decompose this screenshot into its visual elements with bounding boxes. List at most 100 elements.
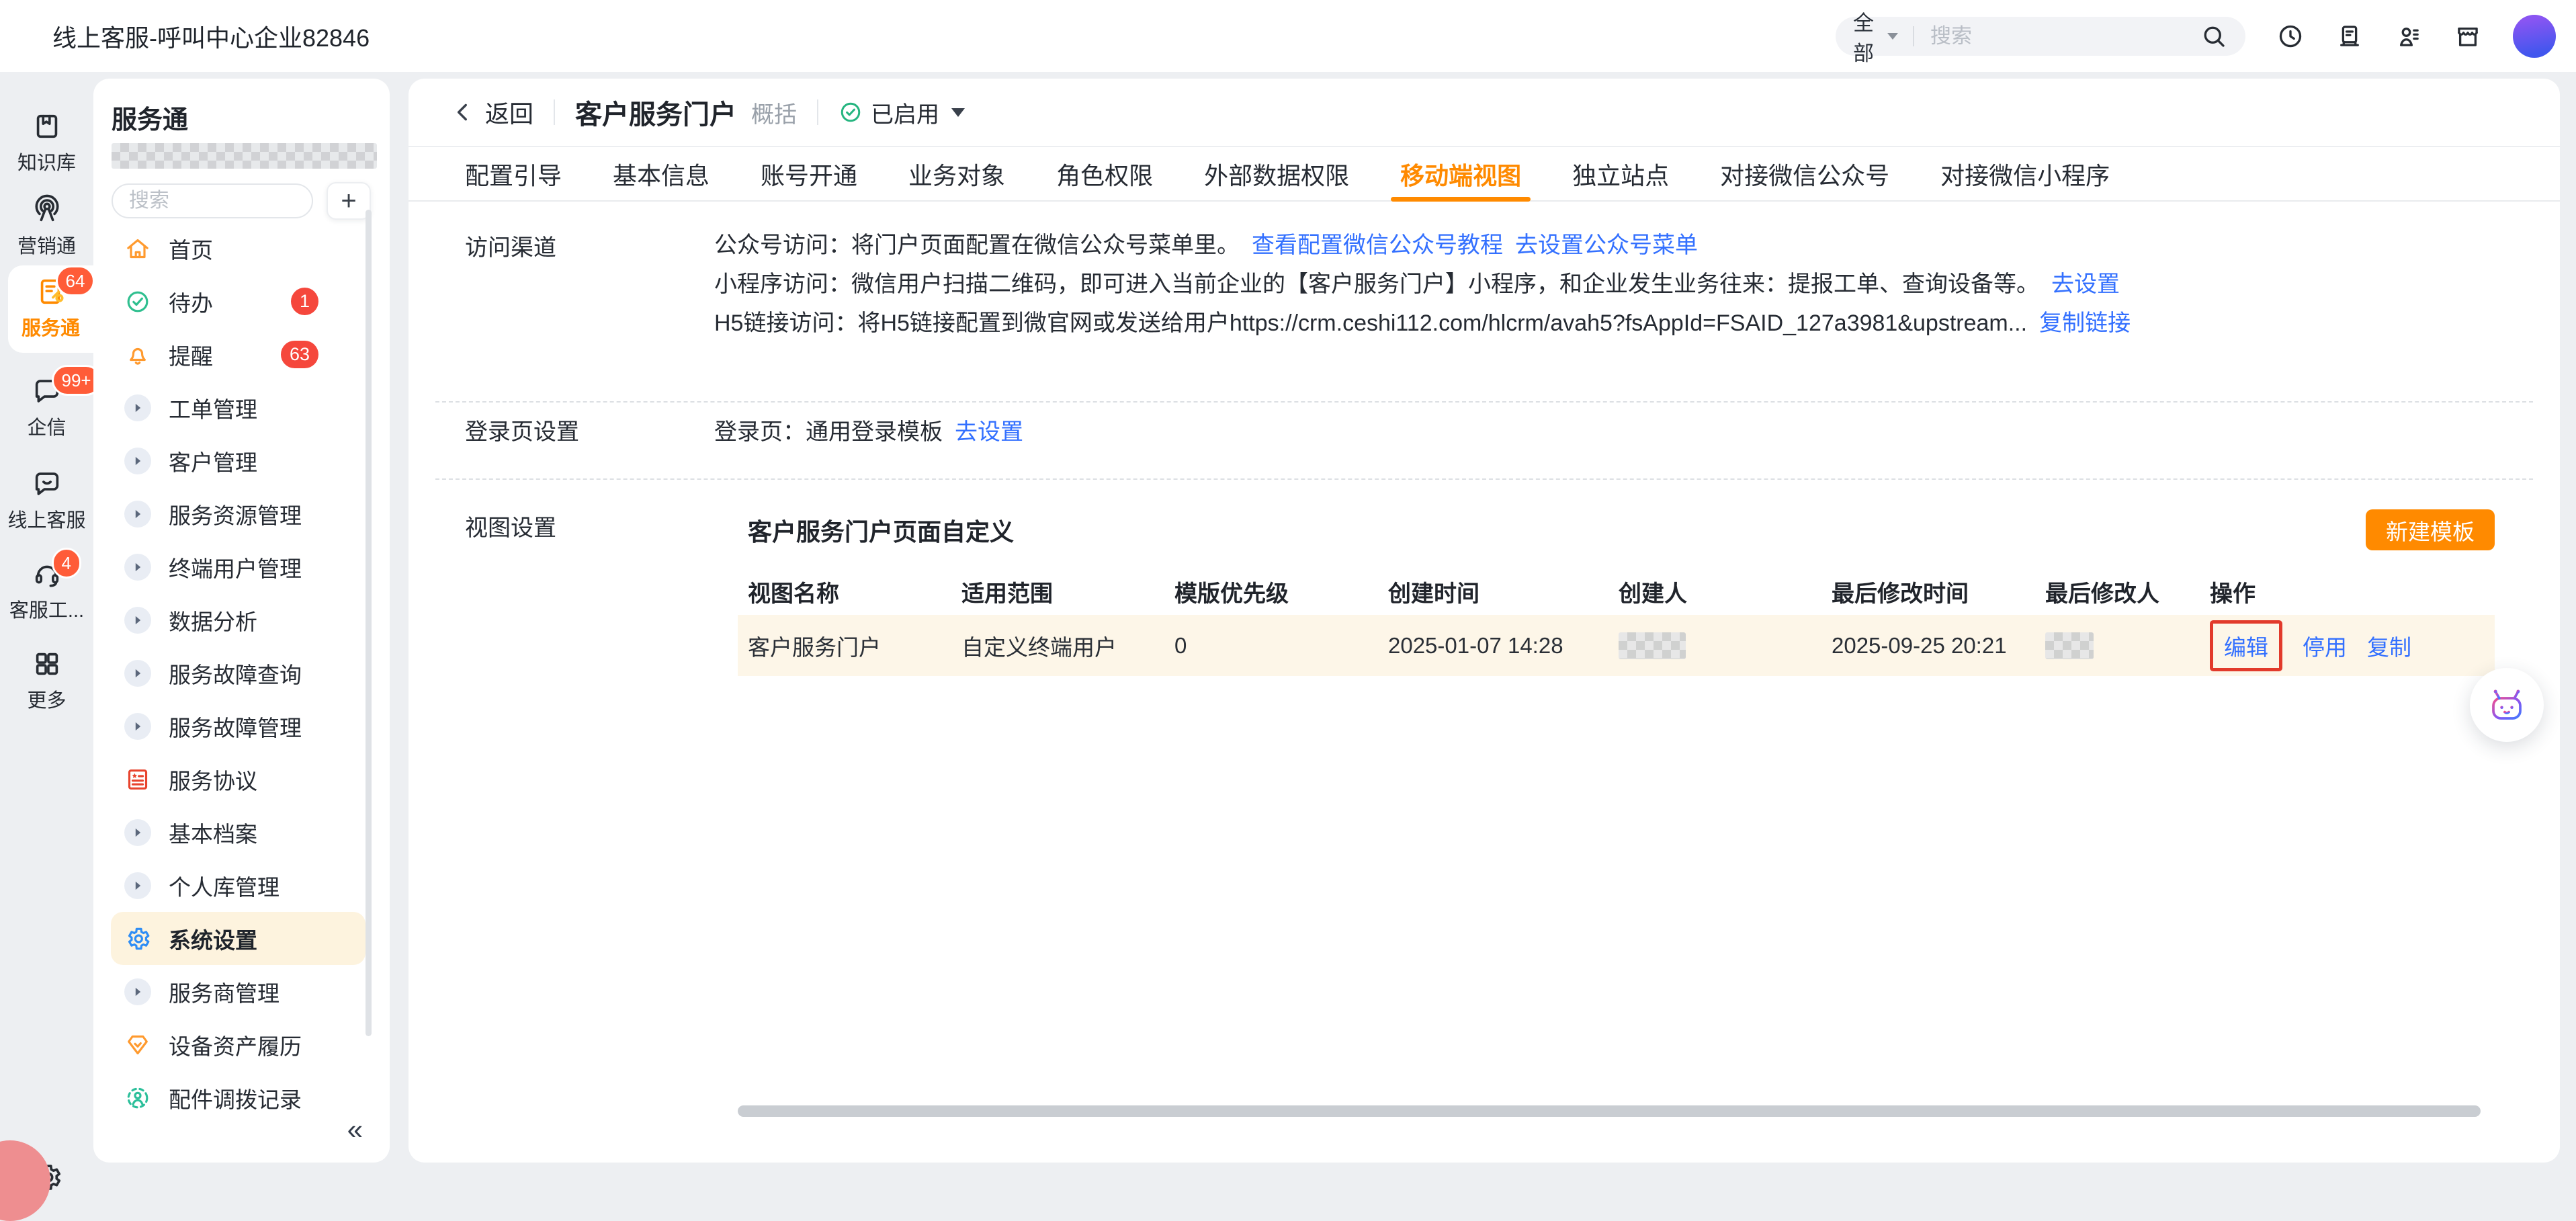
gem-icon xyxy=(124,1031,151,1058)
store-icon[interactable] xyxy=(2454,22,2482,50)
access-line-miniprogram: 小程序访问：微信用户扫描二维码，即可进入当前企业的【客户服务门户】小程序，和企业… xyxy=(714,268,2560,300)
menu-item-terminal-user[interactable]: 终端用户管理 xyxy=(111,540,366,593)
link-copy-url[interactable]: 复制链接 xyxy=(2039,310,2131,336)
caret-right-icon xyxy=(124,819,151,846)
menu-item-home[interactable]: 首页 xyxy=(111,222,366,275)
person-circle-icon xyxy=(124,1085,151,1111)
rail-item-knowledge[interactable]: 知识库 xyxy=(0,111,93,175)
caret-right-icon xyxy=(124,448,151,474)
menu-item-reminder[interactable]: 提醒 63 xyxy=(111,328,366,381)
tab-account-open[interactable]: 账号开通 xyxy=(761,147,857,200)
sidebar-search-input[interactable] xyxy=(112,183,313,218)
tab-role-permission[interactable]: 角色权限 xyxy=(1056,147,1153,200)
caret-right-icon xyxy=(124,713,151,740)
book-icon xyxy=(32,111,62,142)
user-avatar[interactable] xyxy=(2513,15,2556,58)
disable-link[interactable]: 停用 xyxy=(2303,630,2347,662)
horizontal-scrollbar[interactable] xyxy=(738,1105,2481,1117)
sidebar-menu: 首页 待办 1 提醒 63 工单管理 客户管理 服务资源管理 终端用户管理 xyxy=(111,222,366,1124)
tab-independent-site[interactable]: 独立站点 xyxy=(1572,147,1669,200)
redacted-creator xyxy=(1619,632,1686,659)
broadcast-icon xyxy=(32,194,62,225)
section-label: 访问渠道 xyxy=(465,229,714,346)
tab-bar: 配置引导 基本信息 账号开通 业务对象 角色权限 外部数据权限 移动端视图 独立… xyxy=(409,147,2560,202)
menu-item-data-analysis[interactable]: 数据分析 xyxy=(111,593,366,646)
main-panel: 返回 客户服务门户 概括 已启用 配置引导 基本信息 账号开通 业务对象 角色权… xyxy=(409,79,2560,1163)
access-line-official: 公众号访问：将门户页面配置在微信公众号菜单里。查看配置微信公众号教程去设置公众号… xyxy=(714,229,2560,261)
menu-item-system-settings[interactable]: 系统设置 xyxy=(111,912,366,965)
table-header-row: 视图名称 适用范围 模版优先级 创建时间 创建人 最后修改时间 最后修改人 操作 xyxy=(738,568,2495,615)
menu-item-basic-archive[interactable]: 基本档案 xyxy=(111,806,366,859)
divider xyxy=(554,99,555,125)
view-settings-section: 视图设置 客户服务门户页面自定义 新建模板 视图名称 适用范围 模版优先级 创建… xyxy=(409,480,2560,676)
link-login-setting[interactable]: 去设置 xyxy=(955,419,1023,445)
rail-item-marketing[interactable]: 营销通 xyxy=(0,194,93,259)
bill-icon[interactable] xyxy=(2335,22,2364,50)
clock-icon[interactable] xyxy=(2276,22,2305,50)
app-rail: 知识库 营销通 64 服务通 99+ 企信 线上客服 4 客 xyxy=(0,72,93,1179)
rail-item-online-service[interactable]: 线上客服 xyxy=(0,468,93,533)
caret-down-icon xyxy=(951,108,965,117)
menu-item-provider-manage[interactable]: 服务商管理 xyxy=(111,965,366,1018)
template-table: 视图名称 适用范围 模版优先级 创建时间 创建人 最后修改时间 最后修改人 操作… xyxy=(738,568,2495,676)
status-dropdown[interactable]: 已启用 xyxy=(839,96,965,129)
chat-smile-icon xyxy=(32,468,62,499)
status-badge: 已启用 xyxy=(871,96,939,129)
rail-item-more[interactable]: 更多 xyxy=(0,648,93,713)
cell-scope: 自定义终端用户 xyxy=(951,630,1164,662)
tab-wechat-miniprogram[interactable]: 对接微信小程序 xyxy=(1940,147,2110,200)
redacted-modifier xyxy=(2045,632,2094,659)
global-search[interactable]: 全部 xyxy=(1836,17,2245,56)
divider xyxy=(1913,26,1914,46)
cell-modified-at: 2025-09-25 20:21 xyxy=(1821,633,2035,659)
link-view-tutorial[interactable]: 查看配置微信公众号教程 xyxy=(1252,233,1503,258)
tab-basic-info[interactable]: 基本信息 xyxy=(613,147,710,200)
robot-icon xyxy=(2487,685,2527,725)
menu-item-fault-query[interactable]: 服务故障查询 xyxy=(111,646,366,700)
sidebar-collapse-button[interactable]: « xyxy=(347,1115,363,1144)
rail-item-qixin[interactable]: 99+ 企信 xyxy=(0,376,93,440)
page-title: 客户服务门户 xyxy=(575,93,736,132)
menu-item-personal-lib[interactable]: 个人库管理 xyxy=(111,859,366,912)
divider xyxy=(817,99,818,125)
assistant-robot-button[interactable] xyxy=(2470,668,2544,742)
rail-item-service-workbench[interactable]: 4 客服工... xyxy=(0,558,93,623)
tab-config-guide[interactable]: 配置引导 xyxy=(465,147,562,200)
workbench-badge: 4 xyxy=(52,548,81,579)
menu-item-todo[interactable]: 待办 1 xyxy=(111,275,366,328)
custom-page-title: 客户服务门户页面自定义 xyxy=(748,513,1014,548)
top-bar: 线上客服-呼叫中心企业82846 全部 xyxy=(0,0,2576,72)
tab-mobile-view[interactable]: 移动端视图 xyxy=(1400,147,1521,200)
menu-item-asset-history[interactable]: 设备资产履历 xyxy=(111,1018,366,1071)
link-set-official-menu[interactable]: 去设置公众号菜单 xyxy=(1515,233,1698,258)
search-scope-select[interactable]: 全部 xyxy=(1853,6,1898,67)
chevron-down-icon xyxy=(1887,33,1898,40)
edit-link[interactable]: 编辑 xyxy=(2224,635,2268,660)
caret-right-icon xyxy=(124,872,151,899)
menu-item-workorder[interactable]: 工单管理 xyxy=(111,381,366,434)
link-go-setting[interactable]: 去设置 xyxy=(2051,271,2120,297)
menu-item-service-agreement[interactable]: 服务协议 xyxy=(111,753,366,806)
menu-item-fault-manage[interactable]: 服务故障管理 xyxy=(111,700,366,753)
chevron-left-icon xyxy=(452,101,474,124)
menu-item-customer[interactable]: 客户管理 xyxy=(111,434,366,487)
copy-link[interactable]: 复制 xyxy=(2367,630,2411,662)
rail-item-service[interactable]: 64 服务通 xyxy=(8,265,93,353)
caret-right-icon xyxy=(124,554,151,581)
menu-item-parts-transfer[interactable]: 配件调拨记录 xyxy=(111,1071,366,1124)
search-icon[interactable] xyxy=(2200,22,2228,50)
global-search-input[interactable] xyxy=(1929,24,2200,49)
contacts-icon[interactable] xyxy=(2395,22,2423,50)
menu-item-service-resource[interactable]: 服务资源管理 xyxy=(111,487,366,540)
new-template-button[interactable]: 新建模板 xyxy=(2366,509,2495,550)
section-label: 视图设置 xyxy=(465,509,714,676)
sidebar-scrollbar[interactable] xyxy=(366,210,372,1036)
tab-wechat-official[interactable]: 对接微信公众号 xyxy=(1720,147,1889,200)
bell-icon xyxy=(124,341,151,368)
tab-business-object[interactable]: 业务对象 xyxy=(908,147,1005,200)
caret-right-icon xyxy=(124,607,151,634)
back-button[interactable]: 返回 xyxy=(452,95,533,130)
caret-right-icon xyxy=(124,978,151,1005)
tab-external-data-permission[interactable]: 外部数据权限 xyxy=(1204,147,1349,200)
add-button[interactable]: + xyxy=(327,182,371,220)
